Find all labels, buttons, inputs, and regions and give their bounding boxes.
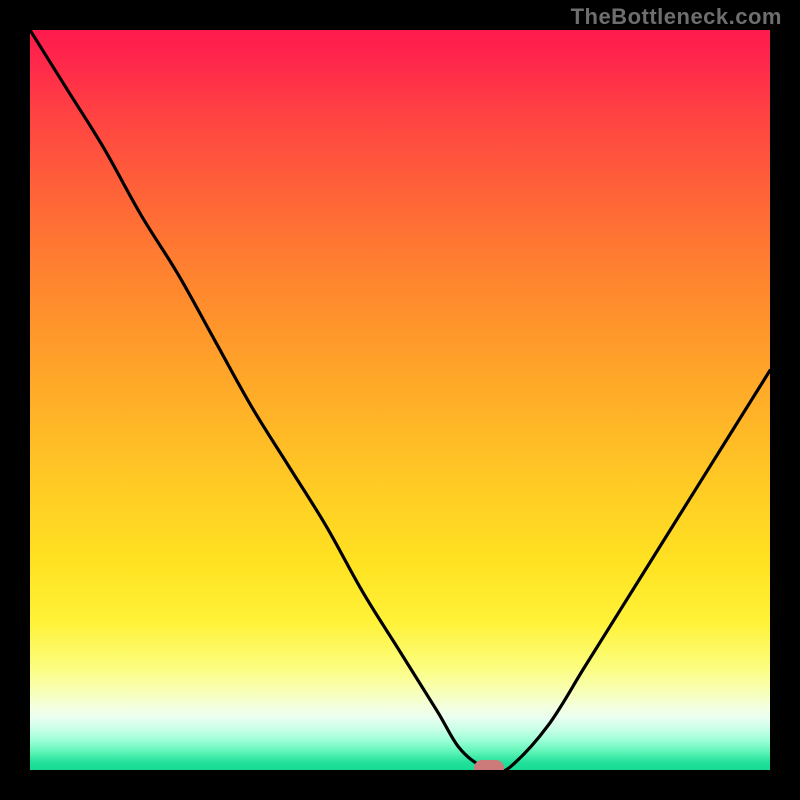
plot-area (30, 30, 770, 770)
chart-frame: TheBottleneck.com (0, 0, 800, 800)
optimal-point-marker (474, 760, 504, 770)
watermark-text: TheBottleneck.com (571, 4, 782, 30)
bottleneck-curve (30, 30, 770, 770)
